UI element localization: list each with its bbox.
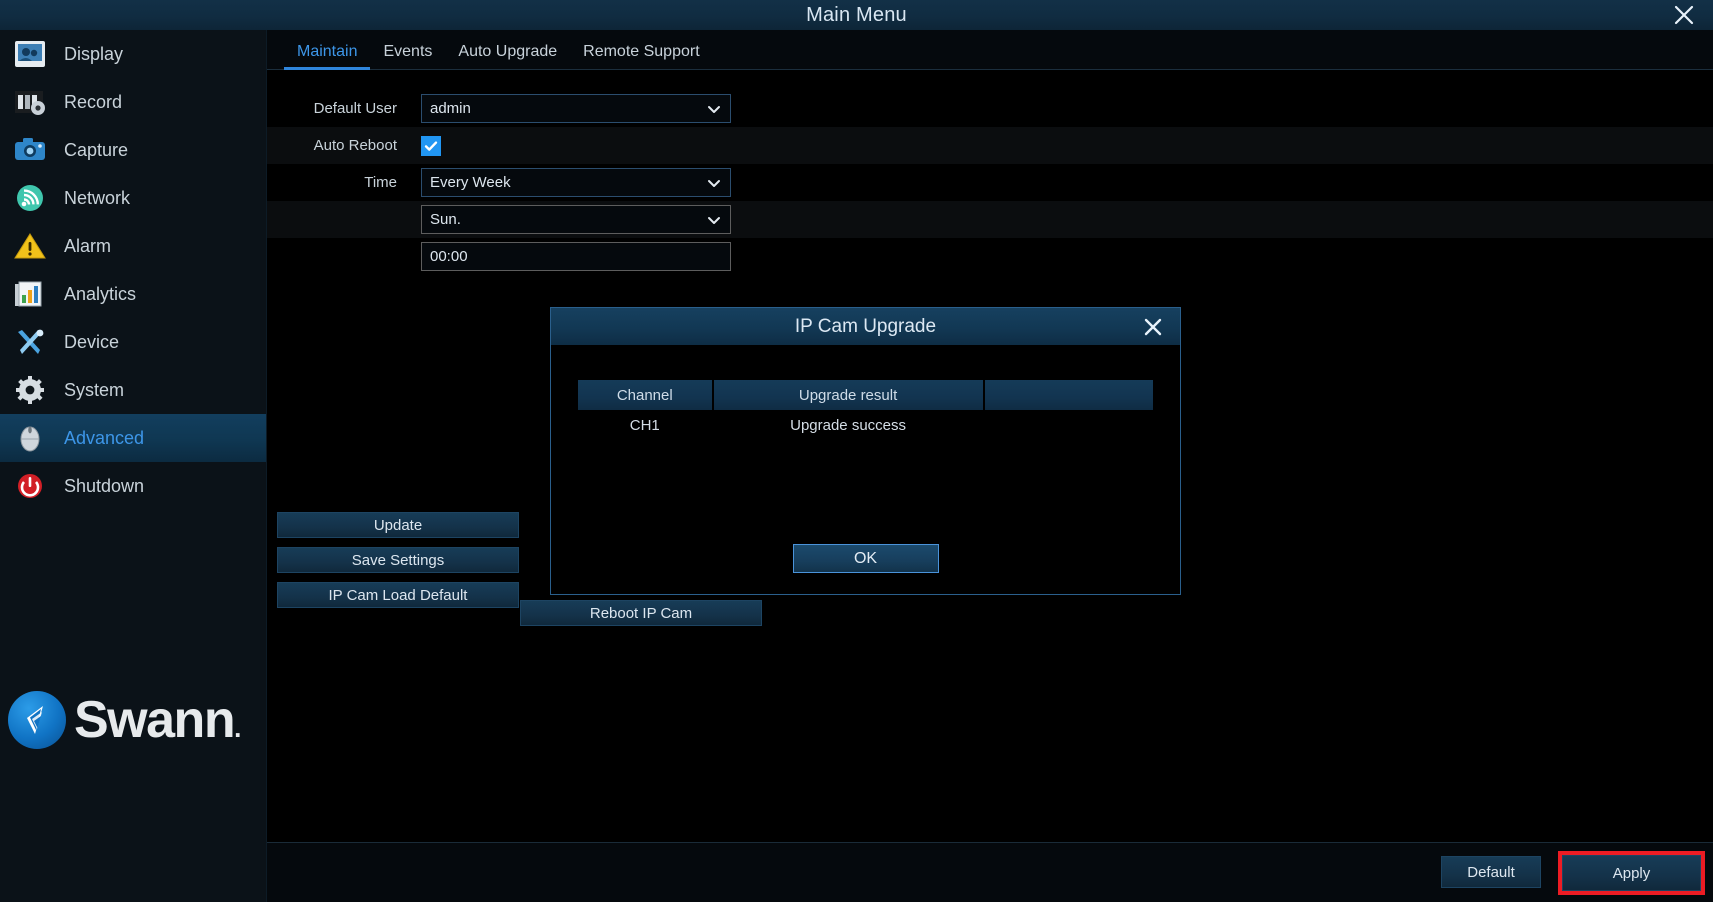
cell-upgrade-result: Upgrade success	[790, 416, 907, 434]
table-header-row: Channel Upgrade result	[578, 380, 1155, 410]
cell-empty	[985, 414, 1153, 436]
modal-overlay: IP Cam Upgrade Channel Upgrade result CH…	[0, 0, 1713, 902]
upgrade-result-table: Channel Upgrade result CH1 Upgrade succe…	[578, 380, 1155, 436]
dialog-ok-button[interactable]: OK	[792, 544, 939, 573]
close-icon	[1144, 318, 1162, 335]
ip-cam-upgrade-dialog: IP Cam Upgrade Channel Upgrade result CH…	[550, 307, 1181, 595]
column-header-empty	[984, 380, 1153, 410]
dialog-close-icon[interactable]	[1138, 312, 1168, 342]
dialog-body: Channel Upgrade result CH1 Upgrade succe…	[551, 345, 1180, 595]
dialog-titlebar: IP Cam Upgrade	[551, 308, 1180, 345]
column-header-channel: Channel	[578, 380, 712, 410]
column-header-upgrade-result: Upgrade result	[713, 380, 983, 410]
main-menu-window: Main Menu Display Record Capture Network…	[0, 0, 1713, 902]
dialog-title: IP Cam Upgrade	[794, 315, 937, 337]
table-row: CH1 Upgrade success	[578, 414, 1155, 436]
cell-channel: CH1	[629, 416, 660, 434]
